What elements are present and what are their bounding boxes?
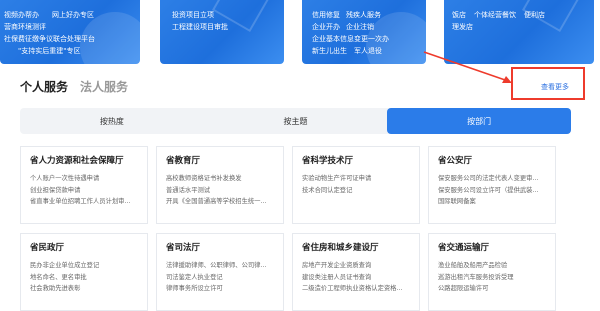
department-service-item[interactable]: 技术合同认定登记	[302, 185, 419, 197]
department-card: 省民政厅 民办非企业单位成立登记 地名命名、更名审批 社会救助先进表彰	[20, 233, 148, 311]
department-service-item[interactable]: 保安服务公司的法定代表人变更审...	[438, 173, 555, 185]
department-service-item[interactable]: 实验动物生产许可证申请	[302, 173, 419, 185]
tab-by-theme[interactable]: 按主题	[204, 108, 388, 134]
department-title[interactable]: 省民政厅	[30, 241, 147, 253]
department-service-item[interactable]: 省直事业单位招聘工作人员计划审...	[30, 196, 147, 208]
banner-link[interactable]: 饭店	[452, 11, 466, 20]
department-title[interactable]: 省司法厅	[166, 241, 283, 253]
department-card: 省公安厅 保安服务公司的法定代表人变更审... 保安服务公司设立许可（提供武装.…	[428, 146, 556, 224]
department-service-item[interactable]: 巡游出租汽车服务投诉受理	[438, 272, 555, 284]
banner-card-featured: 视频办帮办 网上好办专区 营商环境测评 社保费征缴争议联合处理平台 "支持实后重…	[0, 0, 140, 64]
banner-link[interactable]: 视频办帮办	[4, 11, 39, 20]
tab-by-popularity[interactable]: 按热度	[20, 108, 204, 134]
banner-link[interactable]: 残疾人服务	[346, 11, 381, 20]
department-service-item[interactable]: 地名命名、更名审批	[30, 272, 147, 284]
tab-personal-services[interactable]: 个人服务	[20, 78, 68, 95]
department-title[interactable]: 省教育厅	[166, 154, 283, 166]
department-title[interactable]: 省住房和城乡建设厅	[302, 241, 419, 253]
banner-link[interactable]: 社保费征缴争议联合处理平台	[4, 35, 95, 44]
department-service-item[interactable]: 普通话水平测试	[166, 185, 283, 197]
banner-link[interactable]: 投资项目立项	[172, 11, 214, 20]
department-title[interactable]: 省人力资源和社会保障厅	[30, 154, 147, 166]
department-card: 省交通运输厅 渔业船舶及船用产品检验 巡游出租汽车服务投诉受理 公路超限运输许可	[428, 233, 556, 311]
department-card: 省司法厅 法律援助律师、公职律师、公司律... 司法鉴定人执业登记 律师事务所设…	[156, 233, 284, 311]
banner-card-investment: 投资项目立项 工程建设项目审批	[160, 0, 284, 64]
department-service-item[interactable]: 社会救助先进表彰	[30, 283, 147, 295]
banner-link[interactable]: 理发店	[452, 23, 473, 32]
service-type-tabs: 个人服务 法人服务	[20, 78, 128, 95]
annotation-arrow-icon	[423, 51, 512, 83]
department-service-item[interactable]: 法律援助律师、公职律师、公司律...	[166, 260, 283, 272]
banner-link[interactable]: 企业基本信息变更一次办	[312, 35, 389, 44]
department-service-item[interactable]: 渔业船舶及船用产品检验	[438, 260, 555, 272]
banner-link[interactable]: "支持实后重建"专区	[18, 47, 80, 56]
banner-link[interactable]: 信用修复	[312, 11, 340, 20]
department-service-item[interactable]: 保安服务公司设立许可（提供武装...	[438, 185, 555, 197]
department-service-item[interactable]: 房地产开发企业资质查询	[302, 260, 419, 272]
banner-link[interactable]: 营商环境测评	[4, 23, 46, 32]
department-service-item[interactable]: 司法鉴定人执业登记	[166, 272, 283, 284]
banner-link[interactable]: 新生儿出生	[312, 47, 347, 56]
department-card: 省教育厅 高校教师资格证书补发换发 普通话水平测试 开具《全国普通高等学校招生统…	[156, 146, 284, 224]
department-service-item[interactable]: 高校教师资格证书补发换发	[166, 173, 283, 185]
department-service-item[interactable]: 公路超限运输许可	[438, 283, 555, 295]
department-title[interactable]: 省科学技术厅	[302, 154, 419, 166]
banner-link[interactable]: 企业注销	[346, 23, 374, 32]
banner-link[interactable]: 便利店	[524, 11, 545, 20]
banner-link[interactable]: 军人退役	[354, 47, 382, 56]
banner-link[interactable]: 企业开办	[312, 23, 340, 32]
department-service-item[interactable]: 二级造价工程师执业资格认定资格...	[302, 283, 419, 295]
department-service-item[interactable]: 建设类注册人员证书查询	[302, 272, 419, 284]
banner-link[interactable]: 网上好办专区	[52, 11, 94, 20]
department-card: 省科学技术厅 实验动物生产许可证申请 技术合同认定登记	[292, 146, 420, 224]
department-service-item[interactable]: 国际联网备案	[438, 196, 555, 208]
department-service-item[interactable]: 民办非企业单位成立登记	[30, 260, 147, 272]
banner-link[interactable]: 个体经营餐饮	[474, 11, 516, 20]
department-title[interactable]: 省公安厅	[438, 154, 555, 166]
banner-link[interactable]: 工程建设项目审批	[172, 23, 228, 32]
filter-tab-bar: 按热度 按主题 按部门	[20, 108, 572, 134]
department-service-item[interactable]: 创业担保贷款申请	[30, 185, 147, 197]
tab-corporate-services[interactable]: 法人服务	[80, 78, 128, 95]
department-service-item[interactable]: 个人账户一次性待遇申请	[30, 173, 147, 185]
department-card: 省人力资源和社会保障厅 个人账户一次性待遇申请 创业担保贷款申请 省直事业单位招…	[20, 146, 148, 224]
tab-by-department[interactable]: 按部门	[387, 108, 572, 134]
department-card: 省住房和城乡建设厅 房地产开发企业资质查询 建设类注册人员证书查询 二级造价工程…	[292, 233, 420, 311]
view-more-link[interactable]: 查看更多	[541, 82, 569, 92]
banner-card-services: 信用修复 残疾人服务 企业开办 企业注销 企业基本信息变更一次办 新生儿出生 军…	[302, 0, 426, 64]
department-service-item[interactable]: 开具《全国普通高等学校招生统一...	[166, 196, 283, 208]
department-service-item[interactable]: 律师事务所设立许可	[166, 283, 283, 295]
department-title[interactable]: 省交通运输厅	[438, 241, 555, 253]
